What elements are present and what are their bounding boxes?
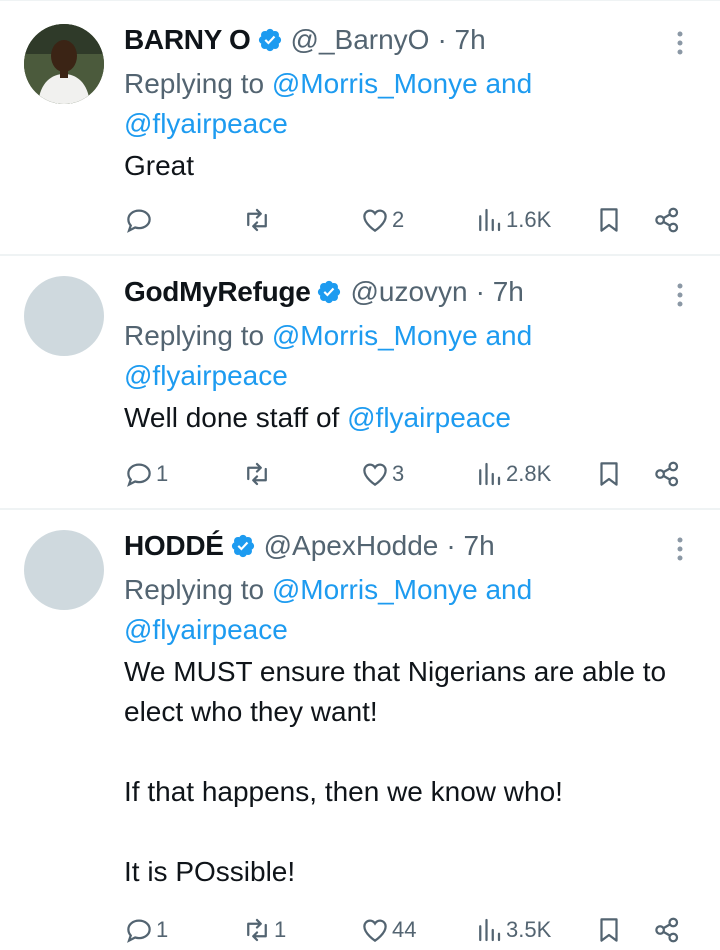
retweet-button[interactable] xyxy=(242,454,274,494)
reply-button[interactable]: 1 xyxy=(124,910,168,950)
share-button[interactable] xyxy=(652,910,682,950)
retweet-icon xyxy=(247,462,267,486)
avatar-photo-icon xyxy=(24,24,104,104)
view-count: 1.6K xyxy=(506,207,552,232)
tweet-godmyrefuge[interactable]: GodMyRefuge @uzovyn · 7h Replying to @Mo… xyxy=(0,256,720,510)
views-icon xyxy=(479,462,501,486)
verified-badge-icon xyxy=(318,280,341,304)
reply-icon xyxy=(127,209,151,233)
share-button[interactable] xyxy=(652,454,682,494)
author-name[interactable]: HODDÉ xyxy=(124,530,224,562)
avatar[interactable] xyxy=(24,24,104,104)
share-button[interactable] xyxy=(652,200,682,240)
reply-count: 1 xyxy=(156,461,169,486)
replying-to: Replying to @Morris_Monye and @flyairpea… xyxy=(124,64,684,144)
like-count: 2 xyxy=(392,207,405,232)
author-handle[interactable]: @uzovyn xyxy=(350,276,467,308)
bookmark-button[interactable] xyxy=(594,200,624,240)
reply-button[interactable] xyxy=(124,200,156,240)
mention-link[interactable]: @Morris_Monye xyxy=(272,574,478,605)
timestamp[interactable]: · 7h xyxy=(437,24,485,56)
avatar[interactable] xyxy=(24,530,104,610)
tweet-hodde[interactable]: HODDÉ @ApexHodde · 7h Replying to @Morri… xyxy=(0,510,720,943)
tweet-text: We MUST ensure that Nigerians are able t… xyxy=(124,656,667,887)
bookmark-icon xyxy=(600,208,618,232)
replying-to-label: Replying to xyxy=(124,320,265,351)
mention-link[interactable]: @Morris_Monye xyxy=(272,320,478,351)
retweet-icon xyxy=(247,208,267,232)
action-bar: 2 1.6K xyxy=(124,200,694,240)
action-bar: 1 1 44 3.5K xyxy=(124,910,694,950)
bookmark-icon xyxy=(600,918,618,942)
tweet-text: Great xyxy=(124,150,195,181)
like-count: 3 xyxy=(392,461,405,486)
retweet-button[interactable] xyxy=(242,200,274,240)
replying-to-label: Replying to xyxy=(124,68,265,99)
share-icon xyxy=(655,461,679,487)
retweet-count: 1 xyxy=(274,917,287,942)
reply-icon xyxy=(127,919,151,943)
mention-and: and xyxy=(485,68,533,99)
view-count: 3.5K xyxy=(506,917,552,942)
mention-and: and xyxy=(485,320,533,351)
replying-to-label: Replying to xyxy=(124,574,265,605)
timestamp[interactable]: · 7h xyxy=(476,276,524,308)
like-icon xyxy=(363,463,387,486)
views-icon xyxy=(479,918,501,942)
tweet-barny[interactable]: BARNY O @_BarnyO · 7h Replying to @Morri… xyxy=(0,0,720,256)
bookmark-button[interactable] xyxy=(594,454,624,494)
share-icon xyxy=(655,917,679,943)
more-icon[interactable] xyxy=(668,280,692,310)
timestamp[interactable]: · 7h xyxy=(446,530,494,562)
action-bar: 1 3 2.8K xyxy=(124,454,694,494)
bookmark-icon xyxy=(600,462,618,486)
mention-link[interactable]: @flyairpeace xyxy=(347,402,511,433)
views-button[interactable]: 3.5K xyxy=(474,910,551,950)
like-icon xyxy=(363,919,387,942)
views-button[interactable]: 1.6K xyxy=(474,200,551,240)
retweet-button[interactable]: 1 xyxy=(242,910,286,950)
like-count: 44 xyxy=(392,917,417,942)
views-icon xyxy=(479,208,501,232)
mention-link[interactable]: @flyairpeace xyxy=(124,360,288,391)
replying-to: Replying to @Morris_Monye and @flyairpea… xyxy=(124,316,684,396)
reply-icon xyxy=(127,463,151,487)
like-button[interactable]: 3 xyxy=(360,454,404,494)
like-button[interactable]: 44 xyxy=(360,910,416,950)
verified-badge-icon xyxy=(231,534,254,558)
more-icon[interactable] xyxy=(668,28,692,58)
author-name[interactable]: GodMyRefuge xyxy=(124,276,311,308)
replying-to: Replying to @Morris_Monye and @flyairpea… xyxy=(124,570,684,650)
avatar[interactable] xyxy=(24,276,104,356)
more-icon[interactable] xyxy=(668,534,692,564)
view-count: 2.8K xyxy=(506,461,552,486)
tweet-text-body: Well done staff of xyxy=(124,402,348,433)
author-name[interactable]: BARNY O xyxy=(124,24,251,56)
tweet-header: GodMyRefuge @uzovyn · 7h xyxy=(124,272,524,312)
author-handle[interactable]: @ApexHodde xyxy=(264,530,439,562)
tweet-header: BARNY O @_BarnyO · 7h xyxy=(124,20,486,60)
reply-count: 1 xyxy=(156,917,169,942)
tweet-text: Well done staff of @flyairpeace xyxy=(124,398,694,438)
views-button[interactable]: 2.8K xyxy=(474,454,551,494)
share-icon xyxy=(655,207,679,233)
verified-badge-icon xyxy=(258,28,281,52)
mention-link[interactable]: @flyairpeace xyxy=(124,614,288,645)
mention-link[interactable]: @flyairpeace xyxy=(124,108,288,139)
like-icon xyxy=(363,209,387,232)
mention-link[interactable]: @Morris_Monye xyxy=(272,68,478,99)
retweet-icon xyxy=(247,918,267,942)
reply-button[interactable]: 1 xyxy=(124,454,168,494)
tweet-header: HODDÉ @ApexHodde · 7h xyxy=(124,526,495,566)
mention-and: and xyxy=(485,574,533,605)
author-handle[interactable]: @_BarnyO xyxy=(291,24,430,56)
like-button[interactable]: 2 xyxy=(360,200,404,240)
bookmark-button[interactable] xyxy=(594,910,624,950)
